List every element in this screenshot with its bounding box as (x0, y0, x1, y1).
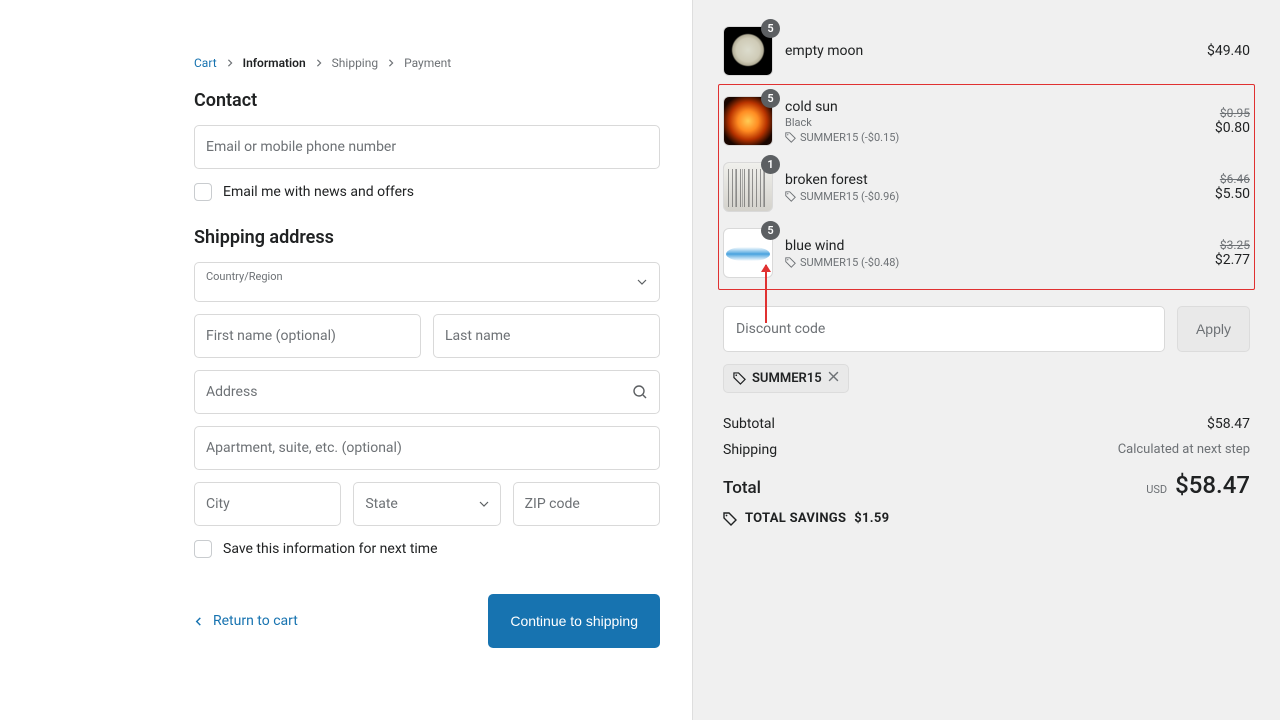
return-label: Return to cart (213, 613, 298, 629)
continue-button[interactable]: Continue to shipping (488, 594, 660, 648)
total-label: Total (723, 478, 761, 498)
qty-badge: 1 (761, 155, 780, 174)
item-discount: SUMMER15 (-$0.15) (800, 131, 899, 144)
address-field[interactable]: Address (194, 370, 660, 414)
item-orig-price: $0.95 (1215, 106, 1250, 120)
city-field[interactable]: City (194, 482, 341, 526)
zip-field[interactable]: ZIP code (513, 482, 660, 526)
close-icon (828, 371, 839, 382)
crumb-information: Information (243, 56, 306, 70)
cart-item: 1 broken forest SUMMER15 (-$0.96) $6.46 … (723, 154, 1250, 220)
item-price: $0.80 (1215, 120, 1250, 136)
item-name: empty moon (785, 43, 1195, 59)
item-name: cold sun (785, 99, 1203, 115)
contact-heading: Contact (194, 90, 660, 111)
breadcrumb: Cart Information Shipping Payment (194, 56, 660, 70)
item-price: $5.50 (1215, 186, 1250, 202)
tag-icon (785, 132, 796, 143)
qty-badge: 5 (761, 221, 780, 240)
item-name: blue wind (785, 238, 1203, 254)
chevron-right-icon (226, 59, 234, 67)
last-name-field[interactable]: Last name (433, 314, 660, 358)
discount-input[interactable]: Discount code (723, 306, 1165, 352)
subtotal-label: Subtotal (723, 416, 775, 432)
first-name-field[interactable]: First name (optional) (194, 314, 421, 358)
item-orig-price: $3.25 (1215, 238, 1250, 252)
return-to-cart-link[interactable]: Return to cart (194, 613, 298, 629)
item-variant: Black (785, 116, 1203, 129)
qty-badge: 5 (761, 19, 780, 38)
cart-item: 5 empty moon $49.40 (723, 18, 1250, 84)
news-checkbox[interactable] (194, 183, 212, 201)
crumb-cart[interactable]: Cart (194, 56, 217, 70)
country-label: Country/Region (206, 270, 648, 283)
country-select[interactable]: Country/Region (194, 262, 660, 302)
total-value: $58.47 (1175, 471, 1250, 499)
apartment-field[interactable]: Apartment, suite, etc. (optional) (194, 426, 660, 470)
chevron-down-icon (479, 499, 489, 509)
news-label: Email me with news and offers (223, 184, 414, 200)
shipping-heading: Shipping address (194, 227, 660, 248)
tag-icon (723, 512, 737, 526)
subtotal-value: $58.47 (1207, 416, 1250, 432)
cart-item: 5 blue wind SUMMER15 (-$0.48) $3.25 $2.7… (723, 220, 1250, 286)
item-price: $49.40 (1207, 43, 1250, 59)
shipping-label: Shipping (723, 442, 777, 458)
apply-button[interactable]: Apply (1177, 306, 1250, 352)
item-price: $2.77 (1215, 252, 1250, 268)
chip-label: SUMMER15 (752, 371, 822, 386)
crumb-shipping: Shipping (332, 56, 378, 70)
save-info-label: Save this information for next time (223, 541, 438, 557)
chevron-left-icon (194, 617, 203, 626)
savings-label: TOTAL SAVINGS (745, 511, 846, 526)
discount-chip: SUMMER15 (723, 364, 849, 393)
email-field[interactable]: Email or mobile phone number (194, 125, 660, 169)
tag-icon (785, 257, 796, 268)
shipping-note: Calculated at next step (1118, 442, 1250, 458)
save-info-checkbox[interactable] (194, 540, 212, 558)
tag-icon (733, 372, 746, 385)
annotation-arrow (765, 265, 767, 323)
qty-badge: 5 (761, 89, 780, 108)
highlighted-items: 5 cold sun Black SUMMER15 (-$0.15) $0.95… (718, 84, 1255, 290)
search-icon (632, 384, 648, 400)
item-discount: SUMMER15 (-$0.48) (800, 256, 899, 269)
chevron-right-icon (315, 59, 323, 67)
item-orig-price: $6.46 (1215, 172, 1250, 186)
crumb-payment: Payment (404, 56, 451, 70)
chevron-down-icon (637, 277, 647, 287)
currency-label: USD (1146, 483, 1167, 496)
tag-icon (785, 191, 796, 202)
chevron-right-icon (387, 59, 395, 67)
remove-discount-icon[interactable] (828, 371, 839, 386)
item-name: broken forest (785, 172, 1203, 188)
cart-item: 5 cold sun Black SUMMER15 (-$0.15) $0.95… (723, 88, 1250, 154)
item-discount: SUMMER15 (-$0.96) (800, 190, 899, 203)
savings-value: $1.59 (854, 511, 889, 526)
